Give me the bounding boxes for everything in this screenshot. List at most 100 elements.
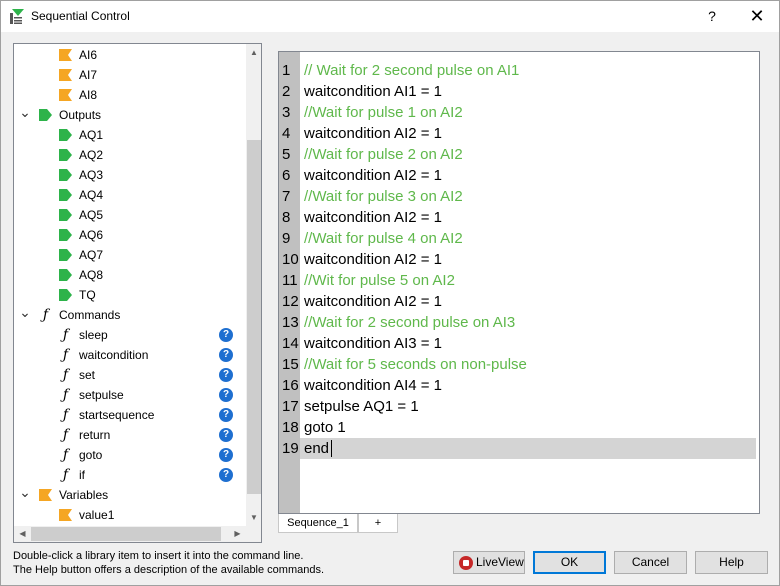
code-statement: end xyxy=(304,440,330,457)
tree-item-tq[interactable]: TQ xyxy=(14,285,246,305)
tree-item-ai8[interactable]: AI8 xyxy=(14,85,246,105)
tree-item-aq4[interactable]: AQ4 xyxy=(14,185,246,205)
tree-group-variables[interactable]: ⌄ Variables xyxy=(14,485,246,505)
tree-item-label: AQ3 xyxy=(79,168,104,182)
tree-item-aq7[interactable]: AQ7 xyxy=(14,245,246,265)
output-tag-icon xyxy=(59,129,72,141)
tree-item-goto[interactable]: ƒ goto? xyxy=(14,445,246,465)
tree-vertical-scrollbar[interactable]: ▲ ▼ xyxy=(246,44,261,526)
tree-item-aq2[interactable]: AQ2 xyxy=(14,145,246,165)
code-line[interactable]: 2 waitcondition AI1 = 1 xyxy=(279,81,759,102)
command-help-icon[interactable]: ? xyxy=(219,408,233,422)
tree-item-if[interactable]: ƒ if? xyxy=(14,465,246,485)
code-line[interactable]: 5 //Wait for pulse 2 on AI2 xyxy=(279,144,759,165)
chevron-down-icon[interactable]: ⌄ xyxy=(19,485,31,505)
tree-item-label: AQ7 xyxy=(79,248,104,262)
sequential-control-dialog: Sequential Control ? ✕ AI6 AI7 AI8 ⌄ Outputs… xyxy=(0,0,780,586)
tree-item-ai6[interactable]: AI6 xyxy=(14,45,246,65)
close-icon[interactable]: ✕ xyxy=(743,5,771,27)
code-line[interactable]: 8 waitcondition AI2 = 1 xyxy=(279,207,759,228)
command-help-icon[interactable]: ? xyxy=(219,328,233,342)
code-statement: waitcondition AI2 = 1 xyxy=(304,251,443,268)
code-line[interactable]: 19 end xyxy=(279,438,759,459)
line-number: 13 xyxy=(282,314,299,331)
tree-item-label: Commands xyxy=(59,308,121,322)
tree-item-startsequence[interactable]: ƒ startsequence? xyxy=(14,405,246,425)
chevron-down-icon[interactable]: ⌄ xyxy=(19,305,31,325)
code-line[interactable]: 12 waitcondition AI2 = 1 xyxy=(279,291,759,312)
line-number: 6 xyxy=(282,167,291,184)
tab-add[interactable]: + xyxy=(358,514,398,533)
code-comment: // Wait for 2 second pulse on AI1 xyxy=(304,62,520,79)
stop-record-icon xyxy=(459,556,473,570)
code-line[interactable]: 9 //Wait for pulse 4 on AI2 xyxy=(279,228,759,249)
scroll-thumb[interactable] xyxy=(247,140,261,494)
help-button[interactable]: Help xyxy=(695,551,768,574)
tree-group-commands[interactable]: ⌄ ƒ Commands xyxy=(14,305,246,325)
tree-item-aq6[interactable]: AQ6 xyxy=(14,225,246,245)
code-line[interactable]: 4 waitcondition AI2 = 1 xyxy=(279,123,759,144)
ok-button[interactable]: OK xyxy=(533,551,606,574)
scroll-thumb-horizontal[interactable] xyxy=(31,527,221,541)
scroll-right-icon[interactable]: ▶ xyxy=(229,526,246,542)
code-line[interactable]: 7 //Wait for pulse 3 on AI2 xyxy=(279,186,759,207)
chevron-down-icon[interactable]: ⌄ xyxy=(19,105,31,125)
tree-item-label: AQ8 xyxy=(79,268,104,282)
code-statement: goto 1 xyxy=(304,419,346,436)
code-line[interactable]: 1 // Wait for 2 second pulse on AI1 xyxy=(279,60,759,81)
scroll-up-icon[interactable]: ▲ xyxy=(246,44,261,61)
scroll-left-icon[interactable]: ◀ xyxy=(14,526,31,542)
code-line[interactable]: 6 waitcondition AI2 = 1 xyxy=(279,165,759,186)
tree-item-label: value1 xyxy=(79,508,115,522)
tab-sequence-1[interactable]: Sequence_1 xyxy=(278,514,358,533)
hint-line-1: Double-click a library item to insert it… xyxy=(13,550,304,562)
command-help-icon[interactable]: ? xyxy=(219,368,233,382)
tree-item-aq5[interactable]: AQ5 xyxy=(14,205,246,225)
tree-item-return[interactable]: ƒ return? xyxy=(14,425,246,445)
code-line[interactable]: 3 //Wait for pulse 1 on AI2 xyxy=(279,102,759,123)
tree-item-ai7[interactable]: AI7 xyxy=(14,65,246,85)
library-tree[interactable]: AI6 AI7 AI8 ⌄ Outputs AQ1 AQ2 AQ3 AQ4 AQ5 AQ6 AQ7 AQ… xyxy=(13,43,262,543)
code-statement: waitcondition AI2 = 1 xyxy=(304,167,443,184)
code-line[interactable]: 14 waitcondition AI3 = 1 xyxy=(279,333,759,354)
tree-item-label: AQ2 xyxy=(79,148,104,162)
tree-item-set[interactable]: ƒ set? xyxy=(14,365,246,385)
command-help-icon[interactable]: ? xyxy=(219,348,233,362)
tree-item-setpulse[interactable]: ƒ setpulse? xyxy=(14,385,246,405)
scroll-down-icon[interactable]: ▼ xyxy=(246,509,261,526)
code-line[interactable]: 15 //Wait for 5 seconds on non-pulse xyxy=(279,354,759,375)
code-editor[interactable]: 1 // Wait for 2 second pulse on AI1 2 waitc… xyxy=(278,51,760,514)
code-line[interactable]: 13 //Wait for 2 second pulse on AI3 xyxy=(279,312,759,333)
input-flag-icon xyxy=(59,89,72,101)
command-help-icon[interactable]: ? xyxy=(219,428,233,442)
output-tag-icon xyxy=(59,249,72,261)
tree-item-sleep[interactable]: ƒ sleep? xyxy=(14,325,246,345)
code-line[interactable]: 11 //Wit for pulse 5 on AI2 xyxy=(279,270,759,291)
tree-item-aq8[interactable]: AQ8 xyxy=(14,265,246,285)
command-help-icon[interactable]: ? xyxy=(219,448,233,462)
tree-item-label: startsequence xyxy=(79,408,155,422)
code-line[interactable]: 16 waitcondition AI4 = 1 xyxy=(279,375,759,396)
code-line[interactable]: 18 goto 1 xyxy=(279,417,759,438)
text-caret xyxy=(331,440,332,457)
tree-item-aq1[interactable]: AQ1 xyxy=(14,125,246,145)
tree-group-outputs[interactable]: ⌄ Outputs xyxy=(14,105,246,125)
tree-item-label: sleep xyxy=(79,328,108,342)
help-icon[interactable]: ? xyxy=(701,6,723,26)
liveview-button[interactable]: LiveView xyxy=(453,551,525,574)
tree-horizontal-scrollbar[interactable]: ◀ ▶ xyxy=(14,526,246,542)
line-number: 11 xyxy=(282,272,298,289)
tree-item-waitcondition[interactable]: ƒ waitcondition? xyxy=(14,345,246,365)
line-number: 2 xyxy=(282,83,291,100)
cancel-button[interactable]: Cancel xyxy=(614,551,687,574)
tree-item-aq3[interactable]: AQ3 xyxy=(14,165,246,185)
command-help-icon[interactable]: ? xyxy=(219,388,233,402)
command-help-icon[interactable]: ? xyxy=(219,468,233,482)
input-flag-icon xyxy=(59,69,72,81)
tree-item-value1[interactable]: value1 xyxy=(14,505,246,525)
code-statement: waitcondition AI4 = 1 xyxy=(304,377,443,394)
function-icon: ƒ xyxy=(62,367,69,383)
code-line[interactable]: 10 waitcondition AI2 = 1 xyxy=(279,249,759,270)
input-flag-icon xyxy=(39,489,52,501)
code-line[interactable]: 17 setpulse AQ1 = 1 xyxy=(279,396,759,417)
